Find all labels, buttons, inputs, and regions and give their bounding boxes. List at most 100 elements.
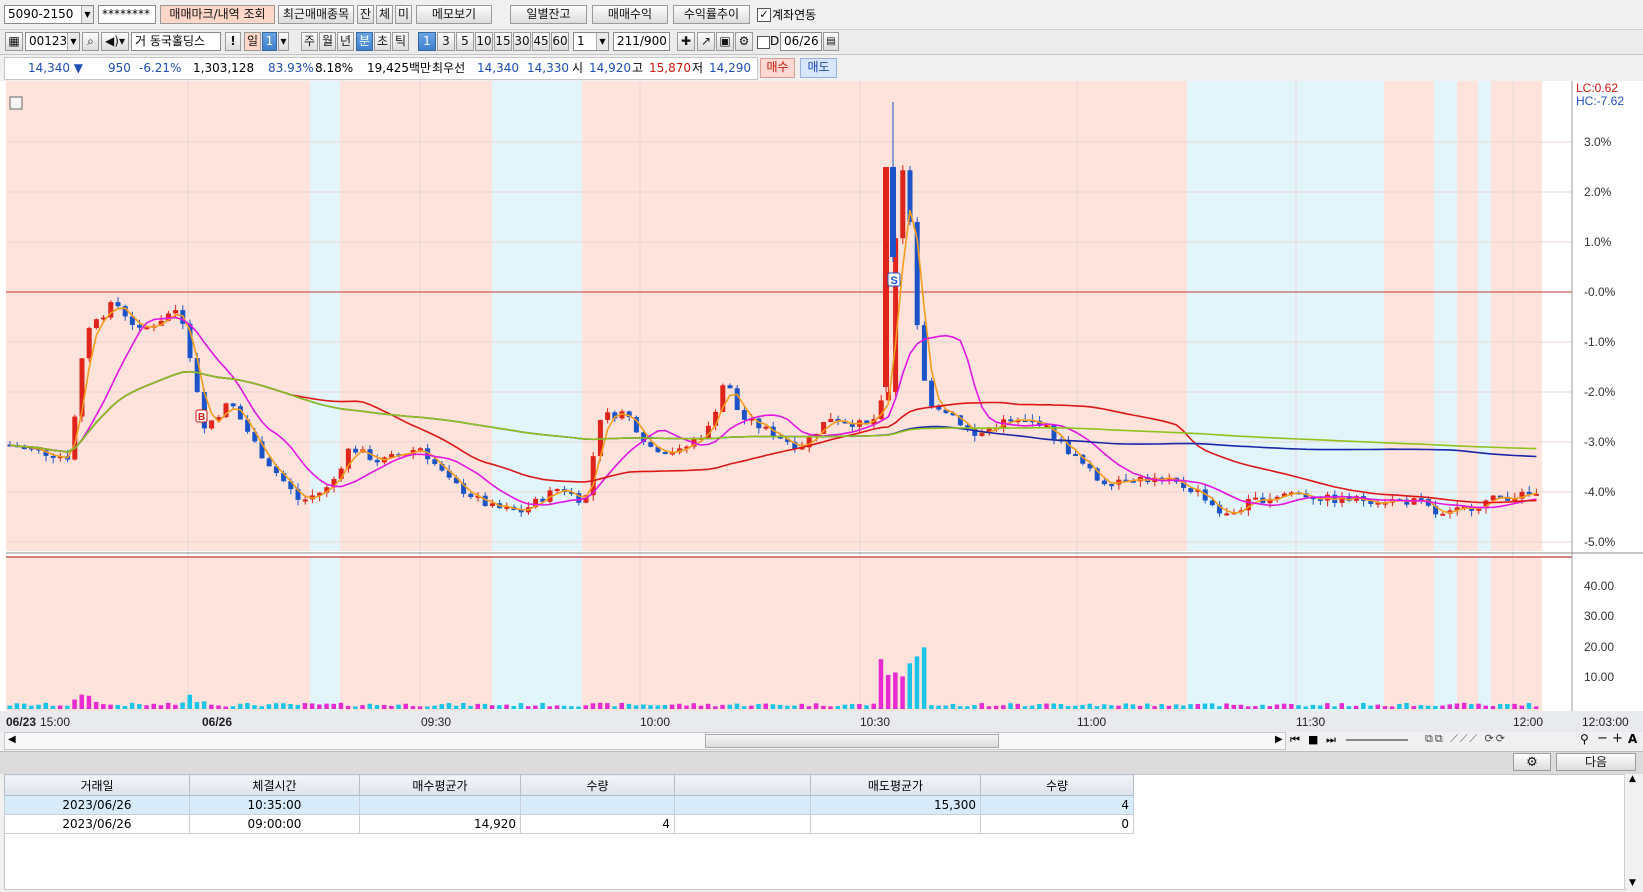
period-year[interactable]: 년 (337, 32, 354, 51)
volume-bar (986, 706, 992, 709)
volume-bar (425, 706, 430, 709)
execution-button[interactable]: 체 (376, 5, 393, 24)
min-3[interactable]: 3 (437, 32, 455, 51)
date-checkbox[interactable] (757, 36, 770, 49)
volume-bar (230, 706, 236, 709)
memo-button[interactable]: 메모보기 (416, 5, 492, 24)
candle-body (353, 448, 359, 453)
unit-select[interactable]: 1 ▼ (573, 32, 609, 51)
chevron-down-icon[interactable]: ▼ (67, 33, 79, 50)
period-minute[interactable]: 분 (356, 32, 373, 51)
price-chart[interactable]: 3.0% 2.0% 1.0% -0.0% -1.0% -2.0% -3.0% -4.0% -5.… (0, 81, 1643, 732)
calendar-icon[interactable]: ▤ (823, 32, 839, 51)
volume-bar (1404, 702, 1409, 709)
table-row[interactable]: 2023/06/26 10:35:00 15,300 4 (4, 795, 1134, 815)
stock-name-field[interactable]: 거 동국홀딩스 (131, 32, 221, 51)
period-week[interactable]: 주 (301, 32, 318, 51)
zoom-icon[interactable]: ⚲ (1580, 732, 1589, 746)
scroll-down-icon[interactable]: ▼ (1625, 878, 1640, 888)
last-icon[interactable]: ⏭ (1326, 733, 1336, 747)
stock-code-field[interactable]: 001230 ▼ (25, 32, 80, 51)
period-day[interactable]: 일 (244, 32, 261, 51)
volume-session-band (310, 557, 340, 711)
unfilled-button[interactable]: 미 (395, 5, 412, 24)
volume-bar (777, 704, 783, 709)
stop-icon[interactable]: ■ (1308, 733, 1318, 746)
volume-bar (245, 703, 250, 709)
scroll-right-icon[interactable]: ▶ (1275, 734, 1283, 745)
min-1[interactable]: 1 (418, 32, 436, 51)
table-row[interactable]: 2023/06/26 09:00:00 14,920 4 0 (4, 814, 1134, 834)
date-field[interactable]: 06/26 (780, 32, 822, 51)
min-5[interactable]: 5 (456, 32, 474, 51)
volume-bar (756, 703, 761, 709)
scroll-left-icon[interactable]: ◀ (8, 734, 16, 745)
layout-icon[interactable]: ▦ (5, 32, 23, 51)
chart-scrollbar[interactable] (4, 732, 1286, 750)
period-day-count[interactable]: 1 (262, 32, 277, 51)
cell-date: 2023/06/26 (4, 814, 190, 834)
chevron-down-icon[interactable]: ▼ (81, 6, 93, 23)
min-45[interactable]: 45 (532, 32, 550, 51)
font-icon[interactable]: A (1628, 732, 1637, 746)
warning-button[interactable]: ! (225, 32, 241, 51)
chevron-down-icon[interactable]: ▼ (596, 33, 608, 50)
speaker-icon[interactable]: ◀)▾ (101, 32, 129, 51)
volume-bar (1303, 706, 1308, 709)
min-30[interactable]: 30 (513, 32, 531, 51)
volume-session-band (582, 557, 1187, 711)
gear-icon[interactable]: ⚙ (735, 32, 753, 51)
daily-balance-button[interactable]: 일별잔고 (510, 5, 587, 24)
zoom-slider[interactable] (1346, 739, 1408, 741)
trade-mark-button[interactable]: 매매마크/내역 조회 (160, 5, 275, 24)
volume-bar (612, 706, 617, 709)
volume-bar (1332, 706, 1337, 709)
scroll-up-icon[interactable]: ▲ (1625, 774, 1640, 784)
unit-value: 1 (577, 34, 585, 48)
first-icon[interactable]: ⏮ (1290, 733, 1300, 747)
volume-bar (1181, 705, 1186, 709)
volume-bar (691, 703, 696, 709)
recent-stocks-button[interactable]: 최근매매종목 (278, 5, 354, 24)
volume-bar (1447, 704, 1452, 709)
account-link-checkbox[interactable]: ✓ (757, 8, 771, 22)
period-second[interactable]: 초 (374, 32, 391, 51)
volume-bar (727, 704, 732, 709)
crosshair-icon[interactable]: ✚ (677, 32, 695, 51)
zoom-out-icon[interactable]: − (1597, 731, 1608, 746)
session-band (6, 81, 310, 551)
count-field[interactable]: 211/900 (613, 32, 670, 51)
volume-bar (1476, 703, 1481, 709)
account-link-label: 계좌연동 (772, 8, 817, 22)
save-icon[interactable]: ▣ (716, 32, 734, 51)
volume-bar (1231, 704, 1236, 709)
period-month[interactable]: 월 (319, 32, 336, 51)
candle-body (734, 388, 740, 411)
profit-trend-button[interactable]: 수익률추이 (673, 5, 750, 24)
trade-profit-button[interactable]: 매매수익 (592, 5, 668, 24)
chevron-down-icon[interactable]: ▼ (278, 32, 289, 51)
min-60[interactable]: 60 (551, 32, 569, 51)
chart-tools-icon[interactable]: ⧉⧉ ⟋⟋⟋ ⟳⟳ (1425, 732, 1507, 746)
account-field[interactable]: 5090-2150 ▼ (4, 5, 94, 24)
volume-bar (669, 704, 675, 709)
min-10[interactable]: 10 (475, 32, 493, 51)
vertical-scrollbar[interactable]: ▲ ▼ (1624, 774, 1640, 888)
draw-tool-icon[interactable]: ↗ (697, 32, 715, 51)
volume-bar (1382, 706, 1388, 709)
volume-bar (1116, 705, 1121, 709)
period-tick[interactable]: 틱 (392, 32, 409, 51)
scroll-thumb[interactable] (705, 734, 999, 748)
buy-button[interactable]: 매수 (760, 58, 795, 78)
next-button[interactable]: 다음 (1556, 753, 1636, 771)
password-field[interactable]: ******** (98, 5, 156, 24)
sell-button[interactable]: 매도 (800, 58, 837, 78)
volume-bar (965, 706, 970, 709)
min-15[interactable]: 15 (494, 32, 512, 51)
balance-button[interactable]: 잔 (357, 5, 374, 24)
search-icon[interactable]: ⌕ (82, 32, 99, 51)
gear-icon[interactable]: ⚙ (1513, 753, 1551, 771)
y-tick-label: -2.0% (1584, 385, 1616, 399)
volume-bar (489, 705, 495, 709)
zoom-in-icon[interactable]: + (1612, 731, 1623, 746)
